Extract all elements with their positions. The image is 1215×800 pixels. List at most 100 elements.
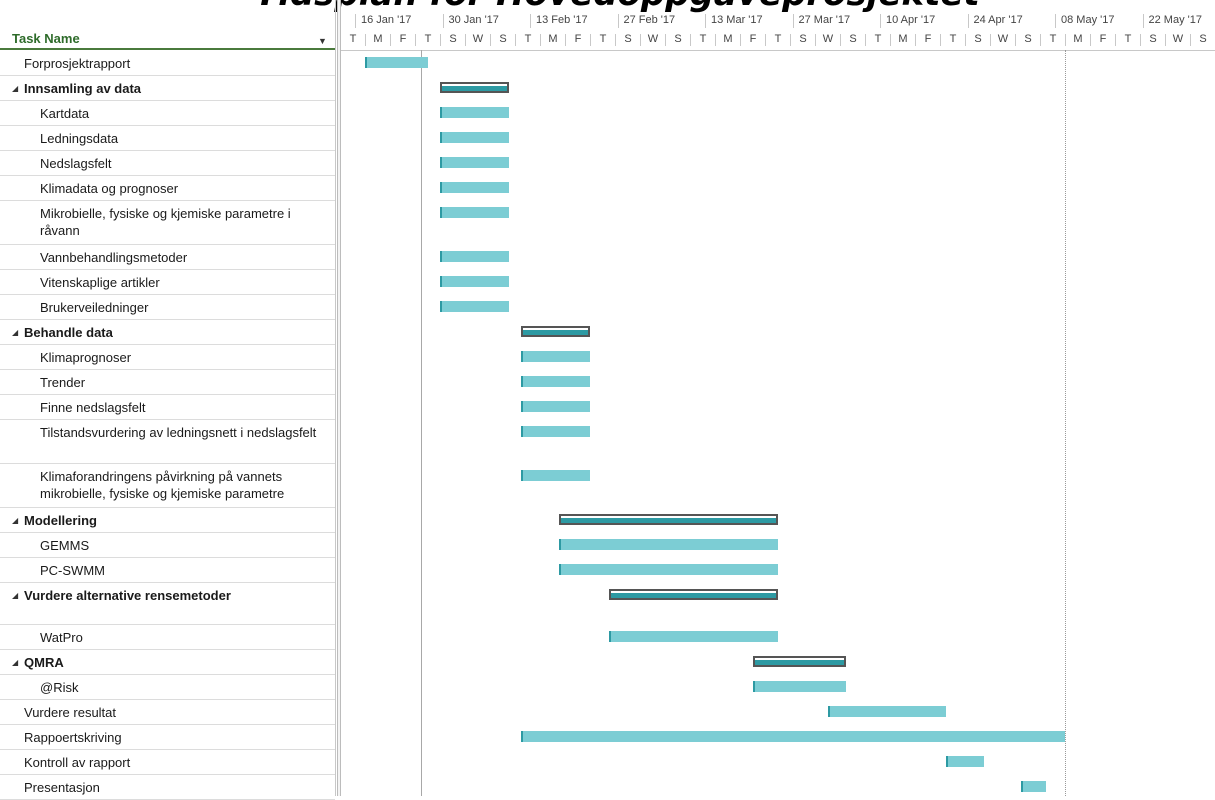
- day-divider: [365, 34, 366, 46]
- task-row[interactable]: Vannbehandlingsmetoder: [0, 245, 335, 270]
- day-divider: [465, 34, 466, 46]
- task-bar[interactable]: [521, 376, 590, 387]
- task-name: GEMMS: [40, 538, 90, 553]
- task-row[interactable]: @Risk: [0, 675, 335, 700]
- task-row[interactable]: Forprosjektrapport: [0, 51, 335, 76]
- day-divider: [865, 34, 866, 46]
- summary-task-row[interactable]: ◢ Innsamling av data: [0, 76, 335, 101]
- task-bar[interactable]: [365, 57, 428, 68]
- task-name: Finne nedslagsfelt: [40, 400, 146, 415]
- task-row[interactable]: Finne nedslagsfelt: [0, 395, 335, 420]
- timescale-header: 16 Jan '17 30 Jan '17 13 Feb '17 27 Feb '17…: [341, 0, 1215, 51]
- summary-task-row[interactable]: ◢ Behandle data: [0, 320, 335, 345]
- week-label: 13 Feb '17: [536, 14, 588, 26]
- summary-bar[interactable]: [521, 326, 590, 337]
- collapse-triangle-icon[interactable]: ◢: [12, 587, 18, 604]
- task-bar[interactable]: [440, 207, 509, 218]
- task-name: Innsamling av data: [24, 81, 142, 96]
- task-bar[interactable]: [440, 157, 509, 168]
- day-divider: [440, 34, 441, 46]
- task-bar[interactable]: [752, 681, 847, 692]
- task-bar[interactable]: [521, 351, 590, 362]
- task-row[interactable]: Klimaprognoser: [0, 345, 335, 370]
- day-divider: [1090, 34, 1091, 46]
- task-bar[interactable]: [521, 401, 590, 412]
- task-row[interactable]: Brukerveiledninger: [0, 295, 335, 320]
- summary-task-row[interactable]: ◢ QMRA: [0, 650, 335, 675]
- week-label: 27 Feb '17: [623, 14, 676, 26]
- week-divider: [792, 14, 794, 28]
- task-bar[interactable]: [440, 276, 509, 287]
- day-label: S: [799, 33, 807, 45]
- task-row[interactable]: Trender: [0, 370, 335, 395]
- collapse-triangle-icon[interactable]: ◢: [12, 324, 18, 341]
- day-label: T: [424, 33, 432, 45]
- task-bar[interactable]: [440, 251, 509, 262]
- summary-task-row[interactable]: ◢ Vurdere alternative rensemetoder: [0, 583, 335, 625]
- task-bar[interactable]: [440, 107, 509, 118]
- task-bar[interactable]: [440, 132, 509, 143]
- task-row[interactable]: Mikrobielle, fysiske og kjemiske paramet…: [0, 201, 335, 245]
- task-row[interactable]: Presentasjon: [0, 775, 335, 800]
- task-bar[interactable]: [521, 470, 590, 481]
- day-label: T: [599, 33, 607, 45]
- task-row[interactable]: Kartdata: [0, 101, 335, 126]
- task-bar[interactable]: [440, 301, 509, 312]
- task-row[interactable]: Kontroll av rapport: [0, 750, 335, 775]
- day-label: F: [399, 33, 407, 45]
- task-name: Trender: [40, 375, 86, 390]
- task-name: Vurdere resultat: [24, 705, 117, 720]
- day-divider: [890, 34, 891, 46]
- collapse-triangle-icon[interactable]: ◢: [12, 654, 18, 671]
- task-bar[interactable]: [608, 631, 778, 642]
- day-label: M: [723, 33, 733, 45]
- task-bar[interactable]: [521, 426, 590, 437]
- week-label: 10 Apr '17: [886, 14, 936, 26]
- project-finish-line: [1065, 50, 1067, 796]
- collapse-triangle-icon[interactable]: ◢: [12, 512, 18, 529]
- collapse-triangle-icon[interactable]: ◢: [12, 80, 18, 97]
- day-divider: [540, 34, 541, 46]
- task-bar[interactable]: [558, 539, 778, 550]
- task-name: @Risk: [40, 680, 79, 695]
- task-row[interactable]: Vurdere resultat: [0, 700, 335, 725]
- summary-bar[interactable]: [752, 656, 847, 667]
- task-row[interactable]: Klimaforandringens påvirkning på vannets…: [0, 464, 335, 508]
- day-divider: [615, 34, 616, 46]
- task-row[interactable]: Klimadata og prognoser: [0, 176, 335, 201]
- chevron-down-icon[interactable]: ▼: [318, 36, 327, 46]
- task-row[interactable]: WatPro: [0, 625, 335, 650]
- week-divider: [705, 14, 706, 28]
- summary-bar-fill: [523, 330, 588, 335]
- day-label: T: [949, 33, 957, 45]
- task-row[interactable]: Tilstandsvurdering av ledningsnett i ned…: [0, 420, 335, 464]
- summary-bar-fill: [754, 660, 845, 665]
- task-bar[interactable]: [558, 564, 778, 575]
- summary-bar[interactable]: [440, 82, 509, 93]
- summary-bar[interactable]: [608, 589, 778, 600]
- task-bar[interactable]: [827, 706, 947, 717]
- task-row[interactable]: Rappoertskriving: [0, 725, 335, 750]
- day-label: T: [524, 33, 532, 45]
- task-bar[interactable]: [440, 182, 509, 193]
- task-name-column-header[interactable]: Task Name: [12, 31, 80, 46]
- task-row[interactable]: Ledningsdata: [0, 126, 335, 151]
- task-bar[interactable]: [946, 756, 984, 767]
- week-divider: [617, 14, 619, 28]
- week-label: 24 Apr '17: [973, 14, 1023, 26]
- task-row[interactable]: PC-SWMM: [0, 558, 335, 583]
- task-name: Klimadata og prognoser: [40, 181, 179, 196]
- task-row[interactable]: Nedslagsfelt: [0, 151, 335, 176]
- day-divider: [390, 34, 391, 46]
- week-divider: [1142, 14, 1144, 28]
- week-label: 08 May '17: [1061, 14, 1115, 26]
- day-divider: [840, 34, 841, 46]
- summary-bar[interactable]: [558, 514, 778, 525]
- summary-task-row[interactable]: ◢ Modellering: [0, 508, 335, 533]
- task-row[interactable]: GEMMS: [0, 533, 335, 558]
- week-divider: [880, 14, 881, 28]
- task-row[interactable]: Vitenskaplige artikler: [0, 270, 335, 295]
- task-bar[interactable]: [1021, 781, 1047, 792]
- task-bar[interactable]: [521, 731, 1065, 742]
- task-name: Mikrobielle, fysiske og kjemiske paramet…: [40, 206, 291, 238]
